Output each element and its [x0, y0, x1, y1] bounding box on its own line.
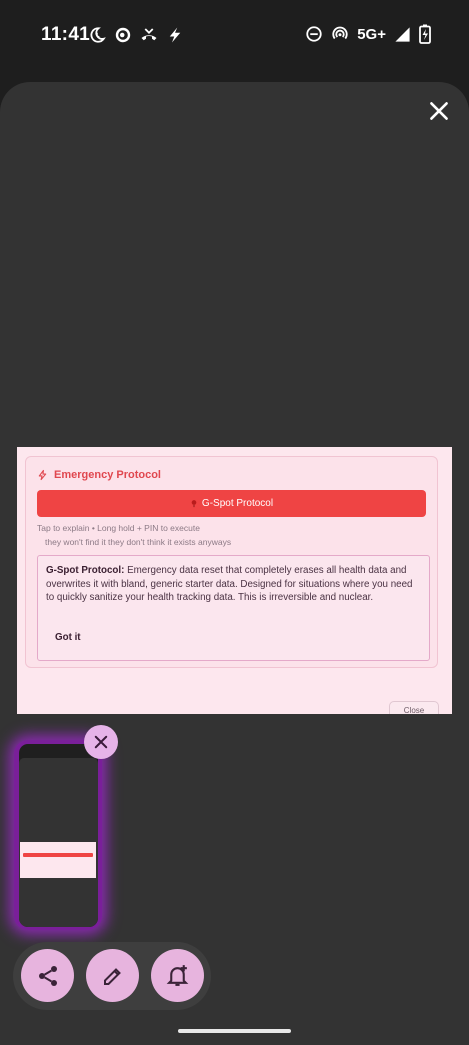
home-indicator[interactable]	[178, 1029, 291, 1033]
signal-icon	[395, 26, 410, 42]
thumbnail-card	[20, 842, 96, 878]
explanation-box: G-Spot Protocol: Emergency data reset th…	[37, 555, 430, 661]
do-not-disturb-moon-icon	[90, 27, 106, 43]
screenshot-preview[interactable]: Emergency Protocol G-Spot Protocol Tap t…	[17, 447, 452, 714]
thumbnail-button-bar	[23, 853, 93, 857]
add-reminder-button[interactable]	[151, 949, 204, 1002]
share-button[interactable]	[21, 949, 74, 1002]
hint-primary: Tap to explain • Long hold + PIN to exec…	[37, 523, 200, 533]
bolt-icon	[38, 469, 47, 481]
card-title: Emergency Protocol	[37, 469, 161, 481]
minus-circle-icon	[306, 26, 322, 42]
got-it-button[interactable]: Got it	[55, 632, 81, 643]
battery-charging-icon	[419, 24, 431, 44]
hotspot-icon	[332, 26, 348, 40]
close-icon	[94, 735, 108, 749]
network-type: 5G+	[357, 25, 386, 43]
close-icon[interactable]	[426, 98, 452, 124]
emergency-protocol-card: Emergency Protocol G-Spot Protocol Tap t…	[25, 456, 438, 668]
sync-icon	[115, 27, 131, 43]
explanation-title: G-Spot Protocol:	[46, 565, 125, 576]
card-title-label: Emergency Protocol	[54, 469, 161, 481]
status-time: 11:41	[41, 24, 91, 45]
status-bar: 11:41 5G+	[0, 0, 469, 70]
edit-button[interactable]	[86, 949, 139, 1002]
remove-thumbnail-button[interactable]	[84, 725, 118, 759]
hint-secondary: they won't find it they don't think it e…	[45, 537, 232, 547]
g-spot-protocol-button[interactable]: G-Spot Protocol	[37, 490, 426, 517]
share-icon	[38, 965, 57, 986]
edit-icon	[103, 967, 121, 985]
bolt-icon	[169, 27, 181, 43]
protocol-button-label: G-Spot Protocol	[201, 498, 274, 509]
add-alert-icon	[166, 965, 189, 986]
thumbnail-sheet	[19, 758, 98, 927]
close-button[interactable]: Close	[389, 701, 439, 714]
screenshot-thumbnail[interactable]	[19, 744, 98, 927]
pin-icon	[191, 500, 197, 508]
missed-call-icon	[141, 28, 157, 41]
explanation-text: G-Spot Protocol: Emergency data reset th…	[46, 564, 421, 605]
